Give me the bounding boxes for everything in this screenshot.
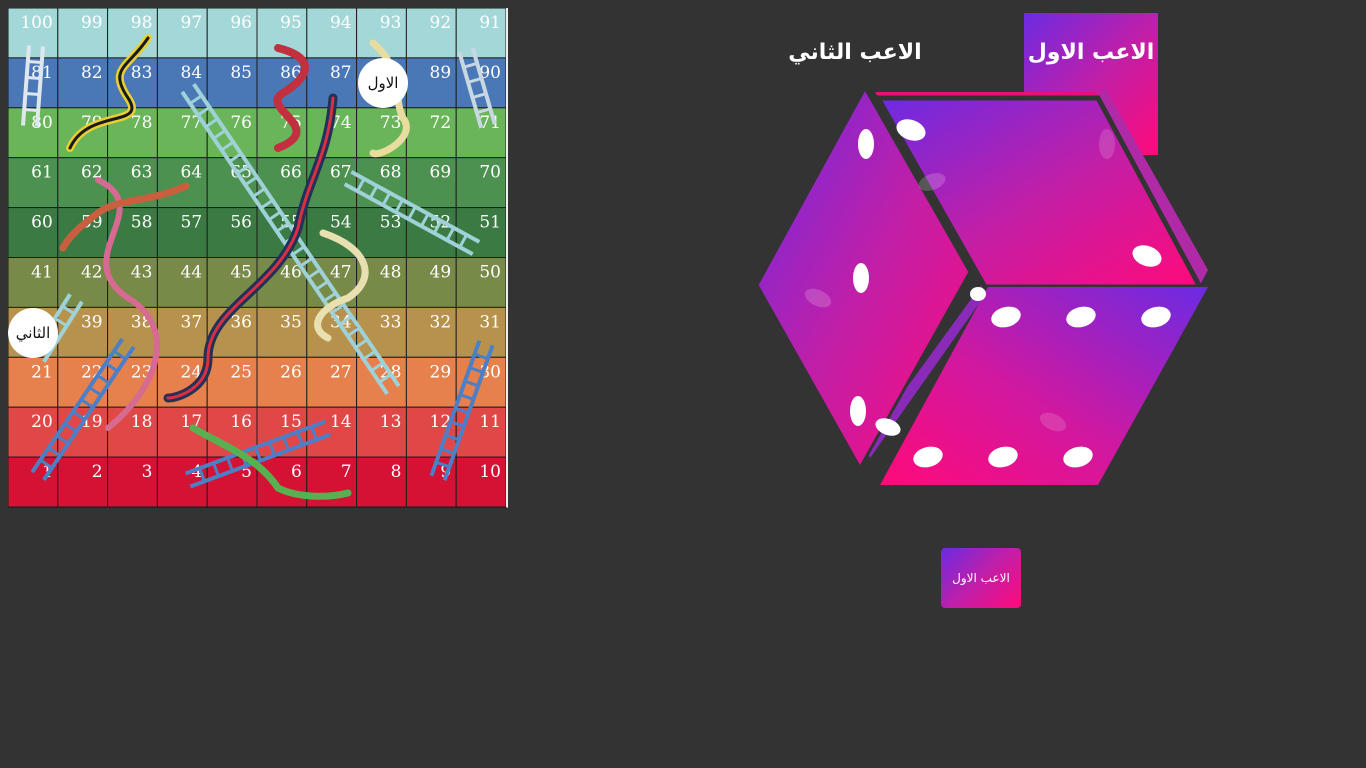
cell-number: 13 (380, 412, 402, 432)
cell-number: 48 (380, 263, 402, 283)
cell-number: 98 (131, 13, 153, 33)
cell-number: 99 (81, 13, 103, 33)
cell-number: 92 (430, 13, 452, 33)
board-svg: 1009998979695949392918182838485868788899… (8, 8, 506, 507)
cell-number: 44 (181, 263, 203, 283)
cell-number: 8 (391, 462, 402, 482)
cell-number: 43 (131, 263, 153, 283)
cell-number: 15 (280, 412, 302, 432)
cell-number: 16 (230, 412, 252, 432)
roll-turn-button[interactable]: الاعب الاول (941, 548, 1021, 608)
cell-number: 32 (430, 312, 452, 332)
cell-number: 10 (479, 462, 501, 482)
cell-number: 20 (31, 412, 53, 432)
dice-icon[interactable] (740, 80, 1220, 500)
cell-number: 31 (479, 312, 501, 332)
cell-number: 89 (430, 63, 452, 83)
cell-number: 42 (81, 263, 103, 283)
cell-number: 2 (92, 462, 103, 482)
cell-number: 26 (280, 362, 302, 382)
cell-number: 35 (280, 312, 302, 332)
player2-token: الثاني (8, 308, 58, 358)
cell-number: 70 (479, 163, 501, 183)
cell-number: 60 (31, 213, 53, 233)
cell-number: 45 (230, 263, 252, 283)
cell-number: 67 (330, 163, 352, 183)
cell-number: 94 (330, 13, 352, 33)
cell-number: 57 (181, 213, 203, 233)
cell-number: 36 (230, 312, 252, 332)
cell-number: 97 (181, 13, 203, 33)
cell-number: 14 (330, 412, 352, 432)
player1-name: الاعب الاول (1027, 40, 1155, 65)
cell-number: 7 (341, 462, 352, 482)
cell-number: 49 (430, 263, 452, 283)
cell-number: 21 (31, 362, 53, 382)
cell-number: 87 (330, 63, 352, 83)
cell-number: 51 (479, 213, 501, 233)
cell-number: 54 (330, 213, 352, 233)
cell-number: 66 (280, 163, 302, 183)
cell-number: 56 (230, 213, 252, 233)
cell-number: 50 (479, 263, 501, 283)
cell-number: 82 (81, 63, 103, 83)
dice[interactable] (740, 80, 1220, 500)
cell-number: 41 (31, 263, 53, 283)
cell-number: 83 (131, 63, 153, 83)
player2-name: الاعب الثاني (788, 40, 922, 65)
cell-number: 25 (230, 362, 252, 382)
cell-number: 91 (479, 13, 501, 33)
cell-number: 73 (380, 113, 402, 133)
cell-number: 29 (430, 362, 452, 382)
cell-number: 68 (380, 163, 402, 183)
cell-number: 33 (380, 312, 402, 332)
cell-number: 78 (131, 113, 153, 133)
cell-number: 71 (479, 113, 501, 133)
cell-number: 18 (131, 412, 153, 432)
cell-number: 47 (330, 263, 352, 283)
cell-number: 27 (330, 362, 352, 382)
cell-number: 37 (181, 312, 203, 332)
cell-number: 72 (430, 113, 452, 133)
cell-number: 80 (31, 113, 53, 133)
cell-number: 96 (230, 13, 252, 33)
cell-number: 95 (280, 13, 302, 33)
cell-number: 100 (20, 13, 52, 33)
cell-number: 69 (430, 163, 452, 183)
cell-number: 76 (230, 113, 252, 133)
game-board: 1009998979695949392918182838485868788899… (8, 8, 508, 508)
cell-number: 39 (81, 312, 103, 332)
cell-number: 61 (31, 163, 53, 183)
player1-token: الاول (358, 58, 408, 108)
cell-number: 84 (181, 63, 203, 83)
cell-number: 85 (230, 63, 252, 83)
cell-number: 3 (142, 462, 153, 482)
cell-number: 58 (131, 213, 153, 233)
cell-number: 6 (291, 462, 302, 482)
cell-number: 63 (131, 163, 153, 183)
cell-number: 11 (479, 412, 501, 432)
cell-number: 93 (380, 13, 402, 33)
cell-number: 64 (181, 163, 203, 183)
